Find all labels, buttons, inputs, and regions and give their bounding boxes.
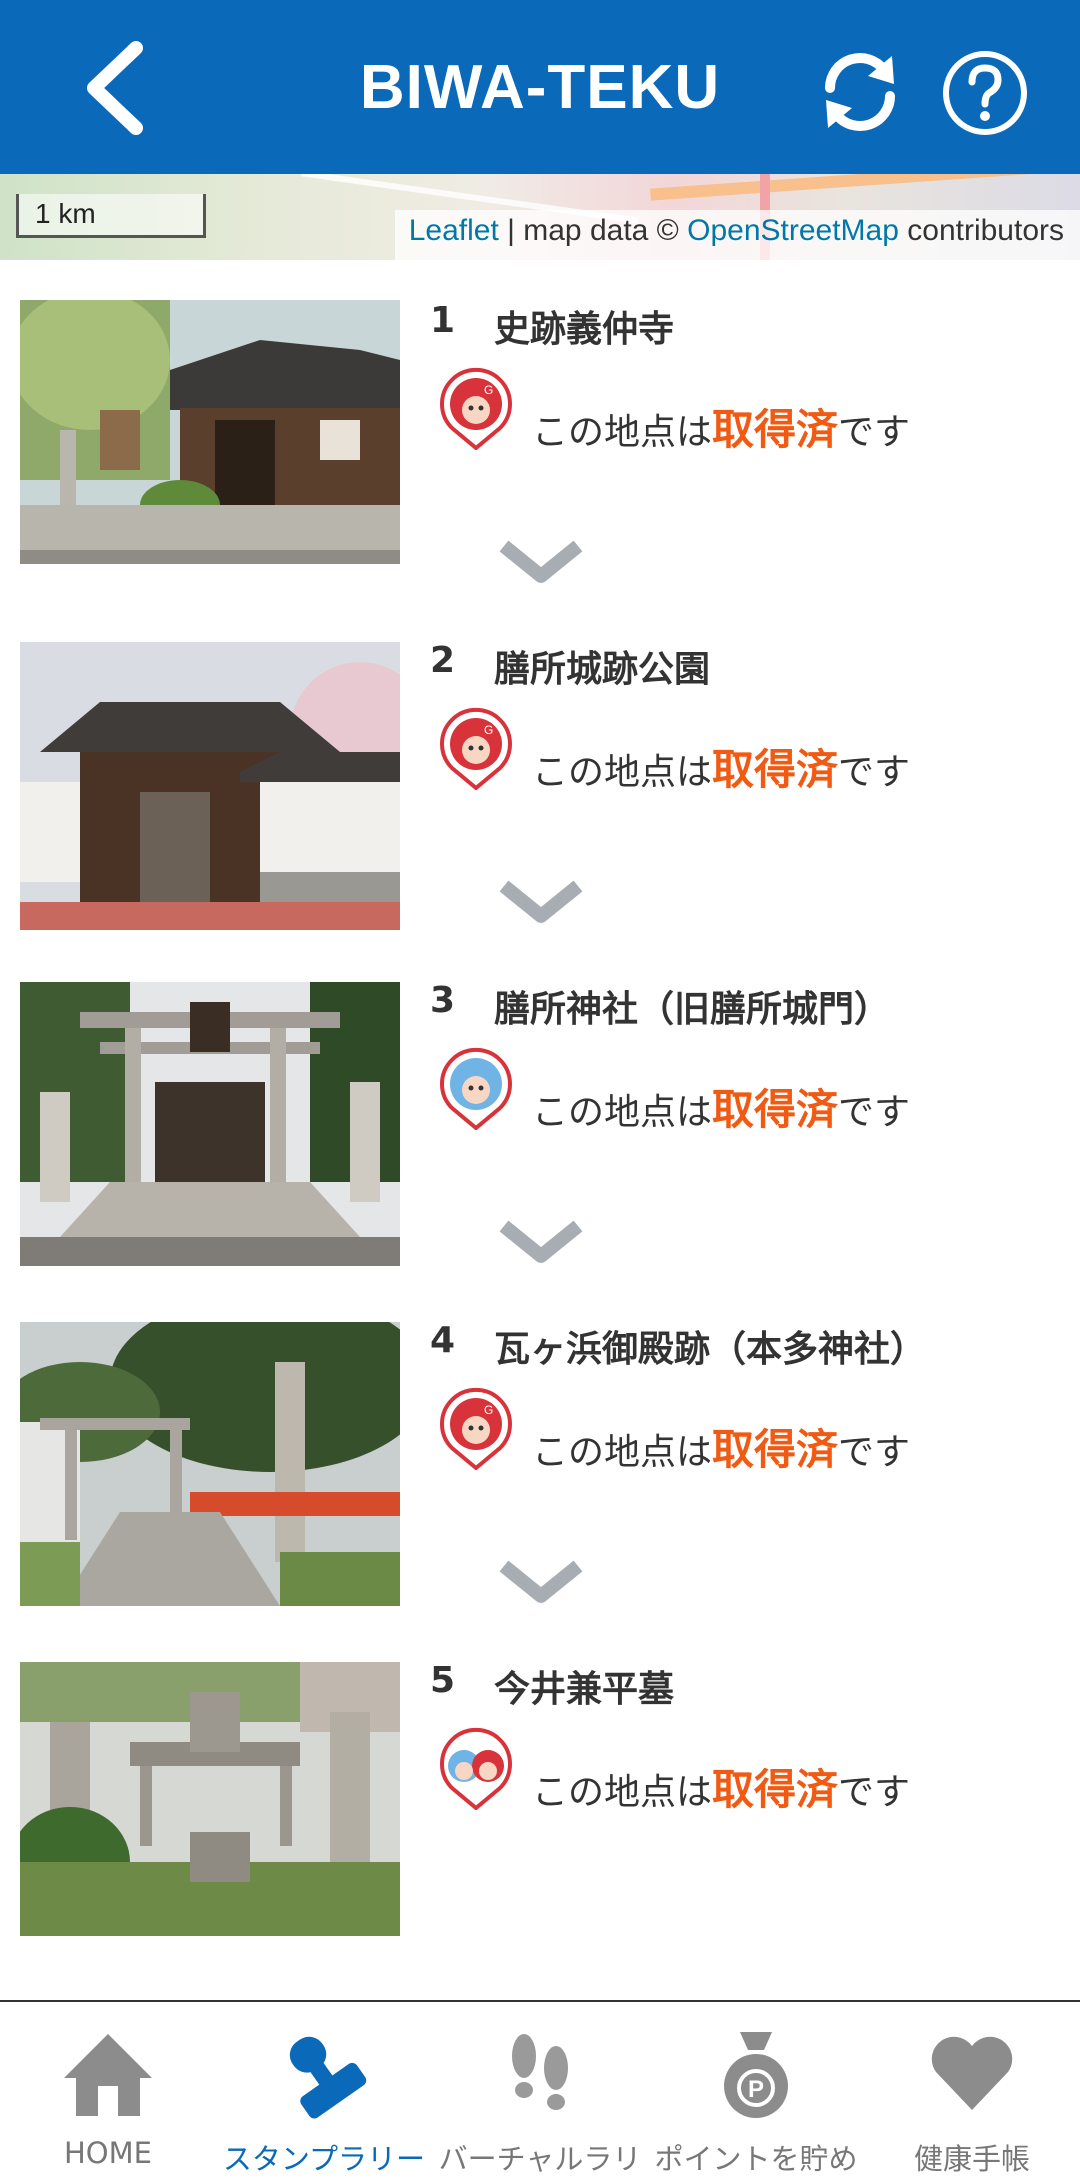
spot-number: 1 — [430, 300, 456, 341]
svg-text:G: G — [484, 1403, 493, 1417]
spot-name: 膳所神社（旧膳所城門） — [494, 989, 891, 1030]
status-acquired: 取得済 — [712, 1425, 839, 1474]
spot-name: 瓦ヶ浜御殿跡（本多神社） — [494, 1329, 927, 1370]
expand-button[interactable] — [496, 1216, 586, 1266]
status-text: この地点は — [532, 752, 713, 793]
spot-name: 史跡義仲寺 — [494, 309, 675, 350]
heart-icon — [931, 2036, 1013, 2110]
expand-button[interactable] — [496, 1556, 586, 1606]
expand-button[interactable] — [496, 876, 586, 926]
home-icon — [64, 2034, 152, 2116]
attribution-text: | map data © — [498, 214, 688, 247]
stamp-red-icon: G — [436, 706, 516, 791]
tab-home[interactable]: HOME — [0, 2002, 216, 2178]
spot-number: 4 — [430, 1320, 456, 1361]
expand-button[interactable] — [496, 536, 586, 586]
tab-label: HOME — [64, 2136, 152, 2170]
spot-status: この地点は取得済です — [532, 1076, 910, 1137]
stamp-red-icon: G — [436, 1386, 516, 1471]
app-header: BIWA-TEKU — [0, 0, 1080, 174]
spot-name: 膳所城跡公園 — [494, 649, 711, 690]
tab-label: バーチャルラリ — [438, 2142, 642, 2176]
tab-health-diary[interactable]: 健康手帳 — [864, 2002, 1080, 2178]
status-text: この地点は — [532, 1092, 713, 1133]
status-suffix: です — [838, 1432, 911, 1473]
footprints-icon — [512, 2034, 568, 2110]
leaflet-link[interactable]: Leaflet — [409, 214, 499, 247]
point-bag-icon: P — [724, 2032, 788, 2118]
spot-number: 5 — [430, 1660, 456, 1701]
spot-photo — [20, 642, 400, 930]
spot-photo — [20, 300, 400, 564]
refresh-icon — [825, 53, 895, 131]
tab-label: スタンプラリー — [222, 2142, 426, 2176]
refresh-button[interactable] — [812, 48, 908, 136]
spot-photo — [20, 982, 400, 1266]
tab-label: ポイントを貯め — [654, 2142, 858, 2176]
spot-status: この地点は取得済です — [532, 736, 910, 797]
status-text: この地点は — [532, 412, 713, 453]
spot-name: 今井兼平墓 — [494, 1669, 675, 1710]
spot-number: 3 — [430, 980, 456, 1021]
chevron-down-icon — [499, 880, 583, 923]
tab-points[interactable]: P ポイントを貯め — [648, 2002, 864, 2178]
status-acquired: 取得済 — [712, 1085, 839, 1134]
spot-photo — [20, 1662, 400, 1936]
status-suffix: です — [838, 412, 911, 453]
status-acquired: 取得済 — [712, 405, 839, 454]
svg-text:G: G — [484, 723, 493, 737]
openstreetmap-link[interactable]: OpenStreetMap — [687, 214, 899, 247]
svg-text:G: G — [484, 383, 493, 397]
tab-virtual-rally[interactable]: バーチャルラリ — [432, 2002, 648, 2178]
spot-status: この地点は取得済です — [532, 1416, 910, 1477]
help-button[interactable] — [940, 48, 1030, 138]
chevron-down-icon — [499, 1560, 583, 1603]
spot-status: この地点は取得済です — [532, 1756, 910, 1817]
status-acquired: 取得済 — [712, 1765, 839, 1814]
map-attribution: Leaflet | map data © OpenStreetMap contr… — [394, 210, 1080, 260]
stamp-blue-icon — [436, 1046, 516, 1131]
spot-number: 2 — [430, 640, 456, 681]
tab-stamp-rally[interactable]: スタンプラリー — [216, 2002, 432, 2178]
status-suffix: です — [838, 1092, 911, 1133]
stamp-red-icon: G — [436, 366, 516, 451]
spot-status: この地点は取得済です — [532, 396, 910, 457]
map-road — [650, 174, 1070, 201]
svg-text:P: P — [748, 2076, 764, 2103]
status-acquired: 取得済 — [712, 745, 839, 794]
tab-label: 健康手帳 — [913, 2142, 1030, 2176]
bottom-navigation: HOME スタンプラリー バーチャルラリ P ポイントを貯め 健康手帳 — [0, 2000, 1080, 2178]
status-suffix: です — [838, 752, 911, 793]
spot-photo — [20, 1322, 400, 1606]
map-view[interactable]: 1 km Leaflet | map data © OpenStreetMap … — [0, 174, 1080, 260]
status-text: この地点は — [532, 1772, 713, 1813]
stamp-icon — [289, 2036, 367, 2119]
status-suffix: です — [838, 1772, 911, 1813]
stamp-pair-icon — [436, 1726, 516, 1811]
status-text: この地点は — [532, 1432, 713, 1473]
help-circle-icon — [943, 51, 1027, 135]
map-scale: 1 km — [16, 194, 206, 238]
app-title: BIWA-TEKU — [359, 53, 721, 122]
chevron-down-icon — [499, 1220, 583, 1263]
attribution-suffix: contributors — [898, 214, 1064, 247]
chevron-down-icon — [499, 540, 583, 583]
